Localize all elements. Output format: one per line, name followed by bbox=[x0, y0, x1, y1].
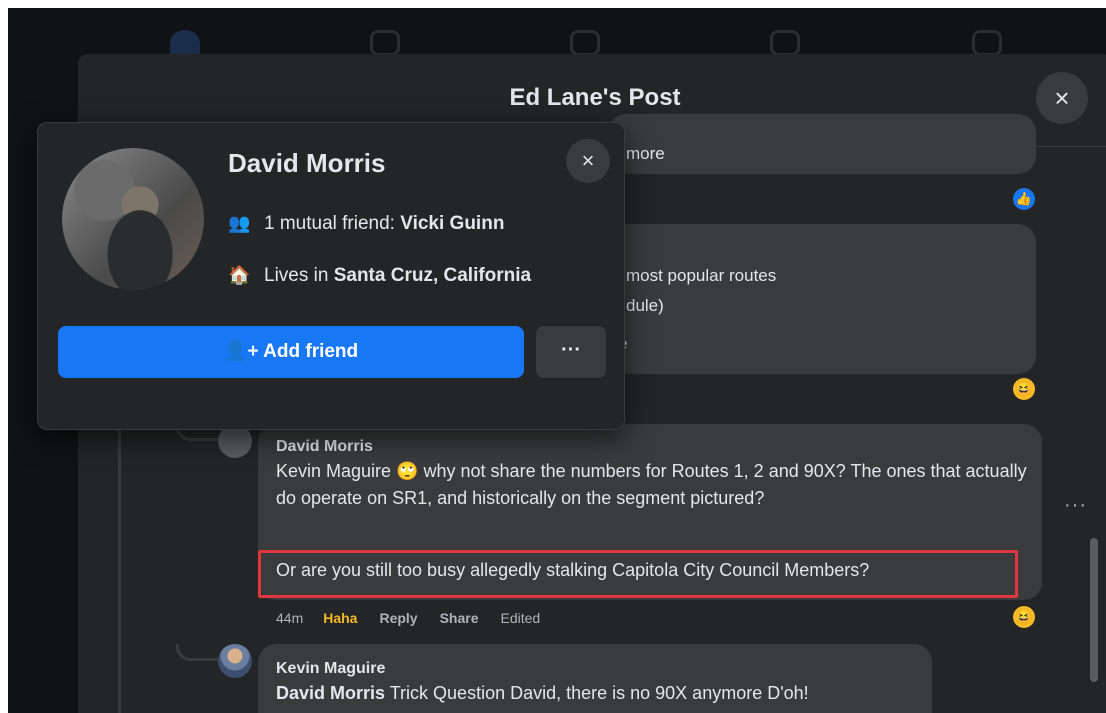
profile-hovercard: David Morris × 👥 1 mutual friend: Vicki G… bbox=[37, 122, 625, 430]
comment-mention[interactable]: Kevin Maguire bbox=[276, 461, 391, 481]
gaming-icon[interactable] bbox=[770, 30, 800, 56]
profile-name[interactable]: David Morris bbox=[228, 148, 386, 179]
comment-bubble-partial-1 bbox=[608, 114, 1036, 174]
mutual-friends-row: 👥 1 mutual friend: Vicki Guinn bbox=[228, 213, 504, 235]
reply-action[interactable]: Reply bbox=[379, 610, 417, 626]
like-reaction-icon[interactable]: 👍 bbox=[1013, 188, 1035, 210]
hovercard-more-button[interactable]: ··· bbox=[536, 326, 606, 378]
comment-fragment-1: more bbox=[626, 144, 665, 163]
haha-action[interactable]: Haha bbox=[323, 610, 357, 626]
hovercard-close-button[interactable]: × bbox=[566, 139, 610, 183]
friends-icon: 👥 bbox=[228, 213, 251, 233]
add-friend-label: Add friend bbox=[263, 341, 359, 362]
avatar[interactable] bbox=[218, 644, 252, 678]
mutual-prefix: 1 mutual friend: bbox=[264, 213, 401, 234]
comment-mention[interactable]: David Morris bbox=[276, 683, 385, 703]
marketplace-icon[interactable] bbox=[972, 30, 1002, 56]
lives-prefix: Lives in bbox=[264, 265, 334, 286]
top-navigation bbox=[8, 8, 1106, 60]
profile-avatar[interactable] bbox=[62, 148, 204, 290]
thread-connector bbox=[176, 644, 219, 661]
home-icon: 🏠 bbox=[228, 265, 251, 285]
comment-actions: 44m Haha Reply Share Edited bbox=[276, 610, 562, 626]
comment-text: David Morris Trick Question David, there… bbox=[276, 680, 809, 707]
comment-more-button[interactable]: ··· bbox=[1064, 494, 1087, 517]
groups-icon[interactable] bbox=[570, 30, 600, 56]
comment-text-line-3: pictured? bbox=[690, 488, 765, 508]
comment-author[interactable]: David Morris bbox=[276, 438, 373, 456]
dialog-title: Ed Lane's Post bbox=[509, 84, 681, 111]
share-action[interactable]: Share bbox=[440, 610, 479, 626]
rolling-eyes-emoji-icon: 🙄 bbox=[396, 461, 419, 481]
video-icon[interactable] bbox=[370, 30, 400, 56]
comment-text-body: Trick Question David, there is no 90X an… bbox=[389, 683, 809, 703]
comment-bubble-partial-2 bbox=[608, 224, 1036, 374]
haha-reaction-icon[interactable]: 😆 bbox=[1013, 606, 1035, 628]
location-row: 🏠 Lives in Santa Cruz, California bbox=[228, 265, 531, 287]
add-friend-button[interactable]: 👤+ Add friend bbox=[58, 326, 524, 378]
comment-author[interactable]: Kevin Maguire bbox=[276, 660, 385, 678]
add-friend-icon: 👤+ bbox=[223, 341, 264, 362]
scrollbar[interactable] bbox=[1090, 538, 1098, 682]
app-screen: Ed Lane's Post × more 👍 most popular rou… bbox=[8, 8, 1106, 713]
thread-line bbox=[118, 424, 121, 713]
comment-timestamp[interactable]: 44m bbox=[276, 610, 303, 626]
comment-fragment-3-suffix: ) bbox=[658, 296, 664, 315]
highlighted-comment-text: Or are you still too busy allegedly stal… bbox=[276, 560, 870, 580]
comment-link[interactable]: dule bbox=[626, 296, 658, 315]
edited-label: Edited bbox=[500, 610, 541, 626]
comment-text: Kevin Maguire 🙄 why not share the number… bbox=[276, 458, 1036, 512]
comment-fragment-3: dule) bbox=[626, 296, 664, 316]
comment-fragment-2: most popular routes bbox=[626, 266, 777, 285]
haha-reaction-icon[interactable]: 😆 bbox=[1013, 378, 1035, 400]
location-name[interactable]: Santa Cruz, California bbox=[334, 265, 531, 286]
home-icon[interactable] bbox=[170, 30, 200, 56]
dialog-close-button[interactable]: × bbox=[1036, 72, 1088, 124]
mutual-friend-name[interactable]: Vicki Guinn bbox=[400, 213, 504, 234]
comment-text-line-1: why not share the numbers for Routes 1, … bbox=[423, 461, 882, 481]
